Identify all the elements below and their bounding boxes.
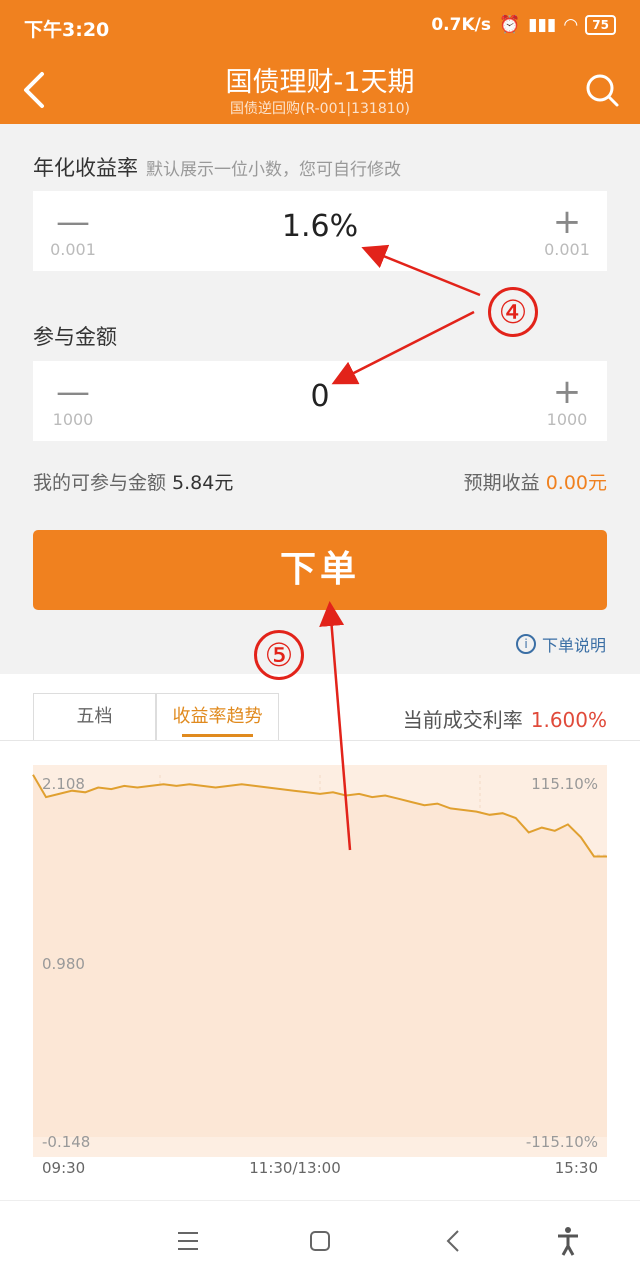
y-left-tick: -0.148 <box>42 1133 90 1151</box>
available-amount: 我的可参与金额 5.84元 <box>33 468 233 495</box>
plus-icon: + <box>552 372 582 412</box>
minus-icon: — <box>56 202 90 242</box>
amount-label: 参与金额 <box>33 325 117 349</box>
x-tick: 09:30 <box>42 1159 85 1177</box>
back-icon[interactable] <box>434 1223 474 1259</box>
available-value: 5.84元 <box>172 472 234 494</box>
order-button[interactable]: 下单 <box>33 530 607 610</box>
divider <box>0 740 640 741</box>
page-title: 国债理财-1天期 <box>225 67 415 98</box>
rate-step-minus: 0.001 <box>50 240 96 259</box>
tab-five-levels[interactable]: 五档 <box>33 693 156 741</box>
rate-step-plus: 0.001 <box>544 240 590 259</box>
y-right-tick: -115.10% <box>526 1133 598 1151</box>
expected-income: 预期收益 0.00元 <box>464 468 607 495</box>
status-time: 下午3:20 <box>24 19 110 41</box>
expected-value: 0.00元 <box>545 472 607 494</box>
search-icon[interactable] <box>584 72 620 108</box>
wifi-icon: ◠ <box>564 15 578 35</box>
amount-stepper: — 1000 0 + 1000 <box>33 361 607 441</box>
rate-decrease-button[interactable]: — 0.001 <box>43 201 103 261</box>
y-right-tick: 115.10% <box>531 775 598 793</box>
expected-label: 预期收益 <box>463 472 540 494</box>
home-icon[interactable] <box>300 1223 340 1259</box>
deal-rate-value: 1.600% <box>530 708 607 732</box>
battery-icon: 75 <box>585 15 616 35</box>
amount-decrease-button[interactable]: — 1000 <box>43 371 103 431</box>
signal-icon: ▮▮▮ <box>528 15 557 35</box>
rate-stepper: — 0.001 1.6% + 0.001 <box>33 191 607 271</box>
info-icon: i <box>515 634 536 654</box>
rate-label: 年化收益率 <box>33 156 138 180</box>
status-icons: 0.7K/s ⏰ ▮▮▮ ◠ 75 <box>431 15 616 35</box>
deal-rate-label: 当前成交利率 <box>402 708 523 732</box>
x-tick: 15:30 <box>555 1159 598 1177</box>
rate-input[interactable]: 1.6% <box>133 209 507 244</box>
chart-area <box>33 774 607 1137</box>
menu-icon[interactable] <box>168 1223 208 1259</box>
amount-input[interactable]: 0 <box>133 379 507 414</box>
amount-step-minus: 1000 <box>52 410 94 429</box>
rate-hint: 默认展示一位小数，您可自行修改 <box>146 160 401 180</box>
rate-label-row: 年化收益率 默认展示一位小数，您可自行修改 <box>33 152 401 182</box>
rate-increase-button[interactable]: + 0.001 <box>537 201 597 261</box>
amount-step-plus: 1000 <box>546 410 588 429</box>
y-left-tick: 2.108 <box>42 775 85 793</box>
current-deal-rate: 当前成交利率 1.600% <box>403 704 607 733</box>
plus-icon: + <box>552 202 582 242</box>
minus-icon: — <box>56 372 90 412</box>
order-help-label: 下单说明 <box>541 636 606 655</box>
system-nav-bar <box>0 1200 640 1280</box>
yield-trend-chart: 2.108 0.980 -0.148 115.10% -115.10% 09:3… <box>32 765 607 1177</box>
y-left-tick: 0.980 <box>42 955 85 973</box>
page-subtitle: 国债逆回购(R-001|131810) <box>229 101 411 117</box>
network-speed: 0.7K/s <box>431 15 491 35</box>
accessibility-icon[interactable] <box>548 1223 588 1259</box>
available-label: 我的可参与金额 <box>33 472 167 494</box>
chart-tabs: 五档 收益率趋势 <box>33 693 279 741</box>
order-help-link[interactable]: i 下单说明 <box>515 632 606 656</box>
amount-increase-button[interactable]: + 1000 <box>537 371 597 431</box>
annotation-label-5: ⑤ <box>254 630 304 680</box>
tab-yield-trend[interactable]: 收益率趋势 <box>156 693 279 741</box>
annotation-label-4: ④ <box>488 287 538 337</box>
app-header: 下午3:20 0.7K/s ⏰ ▮▮▮ ◠ 75 国债理财-1天期 国债逆回购(… <box>0 0 640 124</box>
x-tick: 11:30/13:00 <box>249 1159 341 1177</box>
alarm-icon: ⏰ <box>498 15 521 35</box>
